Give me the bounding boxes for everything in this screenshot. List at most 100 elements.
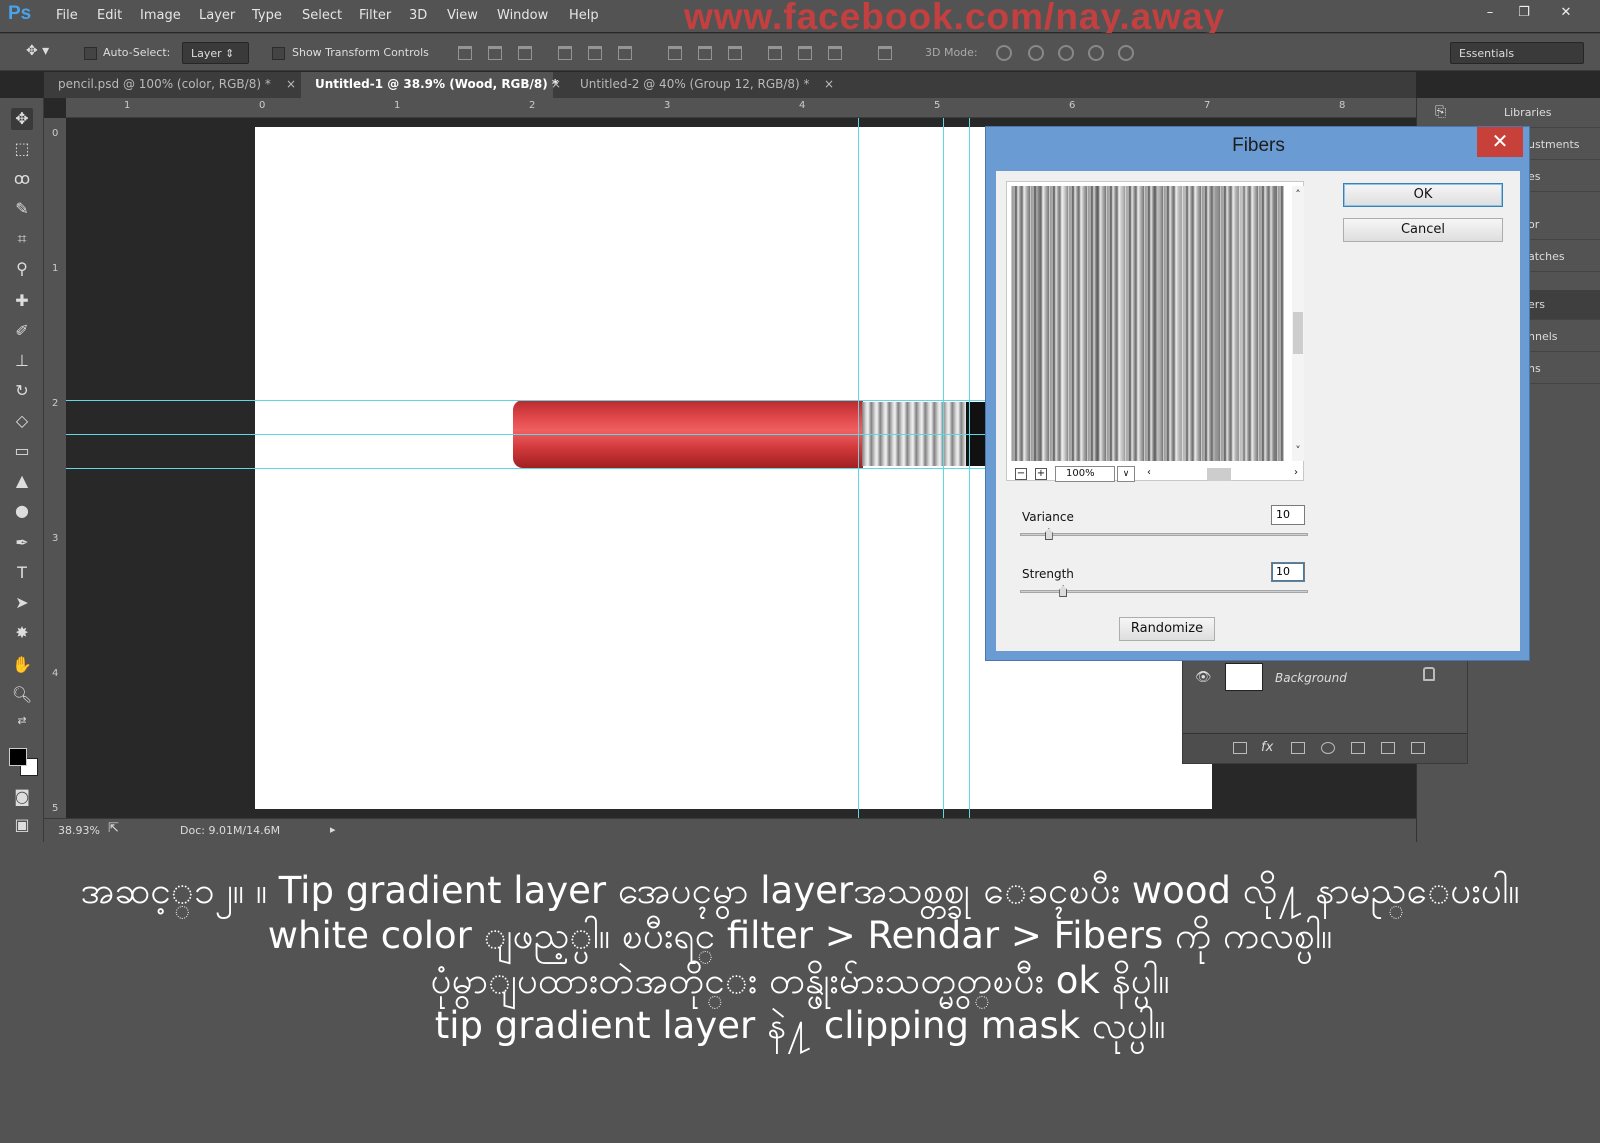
- blur-tool-icon[interactable]: ▲: [11, 470, 33, 492]
- auto-align-icon[interactable]: [878, 46, 892, 60]
- clone-stamp-tool-icon[interactable]: ⊥: [11, 350, 33, 372]
- fx-icon[interactable]: fx: [1261, 740, 1273, 755]
- tab-pencil-close-icon[interactable]: ×: [286, 77, 296, 91]
- menu-edit[interactable]: Edit: [97, 8, 122, 23]
- layer-row-background[interactable]: 👁︎ Background: [1183, 661, 1467, 695]
- dialog-close-button[interactable]: ✕: [1477, 127, 1523, 157]
- path-select-tool-icon[interactable]: ➤: [11, 592, 33, 614]
- adjustment-layer-icon[interactable]: [1321, 742, 1335, 754]
- quick-select-tool-icon[interactable]: ✎: [11, 198, 33, 220]
- preview-zoom-value[interactable]: 100%: [1055, 466, 1115, 482]
- tab-untitled-1[interactable]: Untitled-1 @ 38.9% (Wood, RGB/8) *: [301, 72, 558, 98]
- distribute-bottom-icon[interactable]: [728, 46, 742, 60]
- shape-tool-icon[interactable]: ✸: [11, 622, 33, 644]
- distribute-hcenter-icon[interactable]: [798, 46, 812, 60]
- menu-view[interactable]: View: [447, 8, 478, 23]
- distribute-right-icon[interactable]: [828, 46, 842, 60]
- align-left-icon[interactable]: [558, 46, 572, 60]
- menu-filter[interactable]: Filter: [359, 8, 391, 23]
- menu-image[interactable]: Image: [140, 8, 181, 23]
- variance-slider-thumb[interactable]: [1044, 528, 1053, 540]
- tab-untitled-2[interactable]: Untitled-2 @ 40% (Group 12, RGB/8) *: [566, 72, 824, 98]
- zoom-out-icon[interactable]: −: [1015, 468, 1027, 480]
- zoom-tool-icon[interactable]: 🔍︎: [11, 684, 33, 706]
- workspace-dropdown[interactable]: Essentials: [1450, 42, 1584, 64]
- auto-select-checkbox[interactable]: [84, 47, 97, 60]
- horizontal-scroll-thumb[interactable]: [1207, 468, 1231, 481]
- close-window-button[interactable]: ✕: [1552, 2, 1580, 24]
- foreground-color-swatch[interactable]: [9, 748, 27, 766]
- new-layer-icon[interactable]: [1381, 742, 1395, 754]
- 3d-rotate-icon[interactable]: [996, 45, 1012, 61]
- show-transform-checkbox[interactable]: [272, 47, 285, 60]
- link-layers-icon[interactable]: [1233, 742, 1247, 754]
- distribute-vcenter-icon[interactable]: [698, 46, 712, 60]
- align-vcenter-icon[interactable]: [488, 46, 502, 60]
- restore-button[interactable]: ❐: [1510, 2, 1538, 24]
- move-tool-preset-icon[interactable]: ✥ ▾: [26, 43, 49, 59]
- 3d-slide-icon[interactable]: [1088, 45, 1104, 61]
- strength-input[interactable]: 10: [1271, 562, 1305, 582]
- menu-window[interactable]: Window: [497, 8, 548, 23]
- gradient-tool-icon[interactable]: ▭: [11, 440, 33, 462]
- preview-vertical-scrollbar[interactable]: ˄ ˅: [1292, 186, 1304, 461]
- tab-untitled-1-close-icon[interactable]: ×: [551, 77, 561, 91]
- marquee-tool-icon[interactable]: ⬚: [11, 138, 33, 160]
- lasso-tool-icon[interactable]: ꝏ: [11, 168, 33, 190]
- align-hcenter-icon[interactable]: [588, 46, 602, 60]
- align-right-icon[interactable]: [618, 46, 632, 60]
- cancel-button[interactable]: Cancel: [1343, 218, 1503, 242]
- panel-libraries[interactable]: Libraries: [1468, 98, 1600, 128]
- healing-brush-tool-icon[interactable]: ✚: [11, 290, 33, 312]
- ok-button[interactable]: OK: [1343, 183, 1503, 207]
- crop-tool-icon[interactable]: ⌗: [11, 228, 33, 250]
- menu-file[interactable]: File: [56, 8, 78, 23]
- add-mask-icon[interactable]: [1291, 742, 1305, 754]
- distribute-left-icon[interactable]: [768, 46, 782, 60]
- 3d-pan-icon[interactable]: [1058, 45, 1074, 61]
- align-bottom-icon[interactable]: [518, 46, 532, 60]
- move-tool-icon[interactable]: ✥: [11, 108, 33, 130]
- variance-input[interactable]: 10: [1271, 505, 1305, 525]
- menu-select[interactable]: Select: [302, 8, 342, 23]
- scroll-up-icon[interactable]: ˄: [1292, 188, 1304, 201]
- dodge-tool-icon[interactable]: ●: [11, 500, 33, 522]
- delete-layer-icon[interactable]: [1411, 742, 1425, 754]
- variance-slider[interactable]: [1020, 533, 1308, 536]
- randomize-button[interactable]: Randomize: [1119, 617, 1215, 641]
- menu-type[interactable]: Type: [252, 8, 282, 23]
- scroll-down-icon[interactable]: ˅: [1292, 444, 1304, 457]
- zoom-dropdown-icon[interactable]: ∨: [1117, 466, 1135, 482]
- share-icon[interactable]: ⇱: [108, 821, 119, 836]
- vertical-scroll-thumb[interactable]: [1293, 312, 1303, 354]
- menu-help[interactable]: Help: [569, 8, 599, 23]
- strength-slider-thumb[interactable]: [1059, 585, 1068, 597]
- scroll-right-icon[interactable]: ›: [1294, 467, 1298, 478]
- visibility-eye-icon[interactable]: 👁︎: [1195, 670, 1212, 685]
- brush-tool-icon[interactable]: ✐: [11, 320, 33, 342]
- status-menu-arrow-icon[interactable]: ▸: [330, 823, 336, 836]
- menu-3d[interactable]: 3D: [409, 8, 427, 23]
- hand-tool-icon[interactable]: ✋: [11, 654, 33, 676]
- menu-layer[interactable]: Layer: [199, 8, 235, 23]
- zoom-level[interactable]: 38.93%: [58, 824, 100, 837]
- pen-tool-icon[interactable]: ✒: [11, 532, 33, 554]
- swap-colors-icon[interactable]: ⇄: [11, 710, 33, 732]
- history-panel-icon[interactable]: ⎘: [1435, 104, 1446, 120]
- new-group-icon[interactable]: [1351, 742, 1365, 754]
- align-top-icon[interactable]: [458, 46, 472, 60]
- scroll-left-icon[interactable]: ‹: [1147, 467, 1151, 478]
- quick-mask-icon[interactable]: ◙: [11, 786, 33, 808]
- zoom-in-icon[interactable]: +: [1035, 468, 1047, 480]
- 3d-roll-icon[interactable]: [1028, 45, 1044, 61]
- tab-untitled-2-close-icon[interactable]: ×: [824, 77, 834, 91]
- eraser-tool-icon[interactable]: ◇: [11, 410, 33, 432]
- eyedropper-tool-icon[interactable]: ⚲: [11, 258, 33, 280]
- 3d-scale-icon[interactable]: [1118, 45, 1134, 61]
- auto-select-dropdown[interactable]: Layer ⇕: [182, 42, 249, 64]
- screen-mode-icon[interactable]: ▣: [11, 814, 33, 836]
- history-brush-tool-icon[interactable]: ↻: [11, 380, 33, 402]
- distribute-top-icon[interactable]: [668, 46, 682, 60]
- type-tool-icon[interactable]: T: [11, 562, 33, 584]
- minimize-button[interactable]: –: [1476, 2, 1504, 24]
